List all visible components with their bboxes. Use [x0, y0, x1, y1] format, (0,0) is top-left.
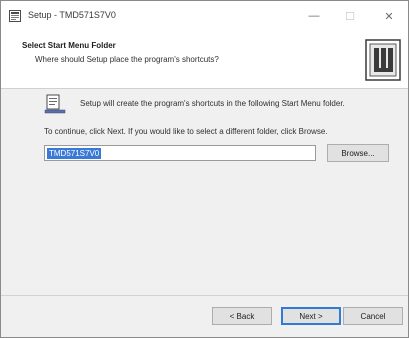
close-icon: ✕ [384, 10, 394, 23]
page-title: Select Start Menu Folder [22, 41, 116, 50]
maximize-button[interactable]: ☐ [333, 1, 367, 31]
start-menu-folder-icon [44, 94, 66, 114]
setup-icon [9, 10, 21, 22]
installer-logo-icon [365, 39, 401, 81]
cancel-button[interactable]: Cancel [343, 307, 403, 325]
back-button[interactable]: < Back [212, 307, 272, 325]
window-title: Setup - TMD571S7V0 [28, 10, 116, 20]
browse-button[interactable]: Browse... [327, 144, 389, 162]
info-text: Setup will create the program's shortcut… [80, 99, 345, 108]
page-subtitle: Where should Setup place the program's s… [35, 55, 219, 64]
title-bar[interactable]: Setup - TMD571S7V0 — ☐ ✕ [1, 1, 408, 31]
start-menu-folder-input[interactable]: TMD571S7V0 [44, 145, 316, 161]
next-button[interactable]: Next > [281, 307, 341, 325]
close-button[interactable]: ✕ [372, 1, 406, 31]
minimize-button[interactable]: — [297, 1, 331, 31]
setup-window: Setup - TMD571S7V0 — ☐ ✕ Select Start Me… [0, 0, 409, 338]
folder-input-value: TMD571S7V0 [47, 147, 102, 159]
minimize-icon: — [308, 10, 320, 22]
instruction-text: To continue, click Next. If you would li… [44, 127, 328, 136]
maximize-icon: ☐ [345, 10, 355, 23]
wizard-header: Select Start Menu Folder Where should Se… [1, 31, 408, 89]
footer-divider [1, 295, 408, 296]
wizard-body: Setup will create the program's shortcut… [1, 89, 408, 294]
